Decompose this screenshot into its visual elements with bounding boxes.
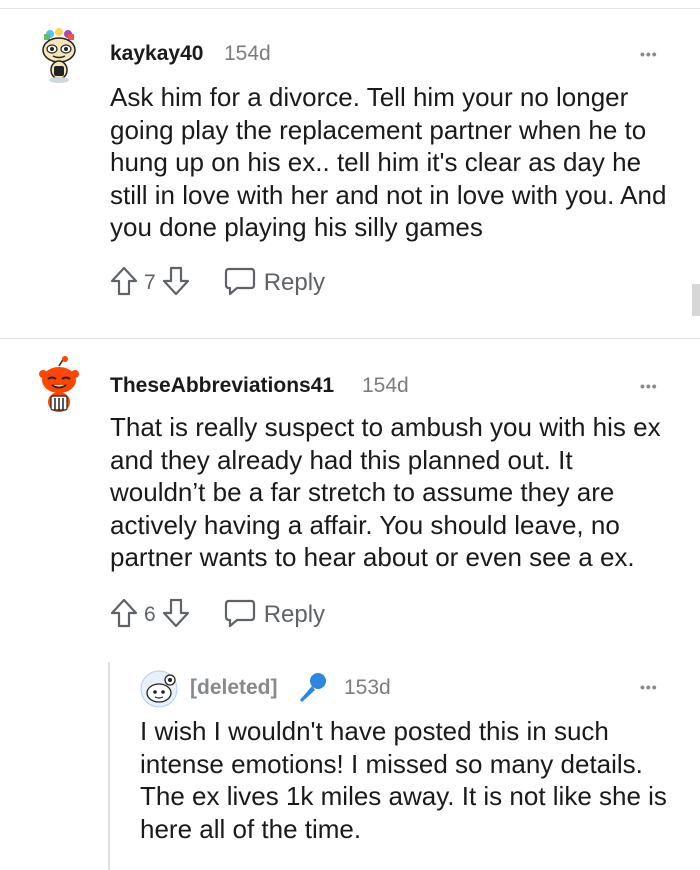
reply-icon xyxy=(224,266,256,301)
comment-body: That is really suspect to ambush you wit… xyxy=(110,412,661,572)
comment-age: 154d xyxy=(224,42,271,65)
reply-label: Reply xyxy=(263,601,326,628)
comment-divider xyxy=(0,338,700,339)
reply-label: Reply xyxy=(263,269,326,296)
vote-count: 7 xyxy=(144,271,156,294)
user-avatar[interactable] xyxy=(140,670,178,708)
downvote-icon[interactable] xyxy=(162,598,190,633)
comment-username[interactable]: kaykay40 xyxy=(110,42,203,66)
more-options-icon[interactable]: ••• xyxy=(640,378,658,394)
comment-actions: 6 Reply xyxy=(110,597,325,633)
user-avatar[interactable] xyxy=(34,28,84,83)
reply-button[interactable]: Reply xyxy=(224,266,325,301)
comment-body: I wish I wouldn't have posted this in su… xyxy=(140,716,667,844)
comment-username: [deleted] xyxy=(190,676,278,699)
comment-username[interactable]: TheseAbbreviations41 xyxy=(110,374,334,398)
reply-button[interactable]: Reply xyxy=(224,598,325,633)
top-divider xyxy=(0,8,700,9)
comment-age: 154d xyxy=(362,374,409,397)
reply-icon xyxy=(224,598,256,633)
vote-count: 6 xyxy=(144,603,156,626)
downvote-icon[interactable] xyxy=(162,266,190,301)
microphone-icon xyxy=(296,670,330,709)
upvote-icon[interactable] xyxy=(110,598,138,633)
comment-body: Ask him for a divorce. Tell him your no … xyxy=(110,82,667,242)
scrollbar-thumb[interactable] xyxy=(692,284,700,316)
comment-actions: 7 Reply xyxy=(110,265,325,301)
user-avatar[interactable] xyxy=(34,356,84,412)
more-options-icon[interactable]: ••• xyxy=(640,679,658,695)
more-options-icon[interactable]: ••• xyxy=(640,46,658,62)
upvote-icon[interactable] xyxy=(110,266,138,301)
comment-age: 153d xyxy=(344,676,391,699)
thread-line[interactable] xyxy=(108,662,110,870)
